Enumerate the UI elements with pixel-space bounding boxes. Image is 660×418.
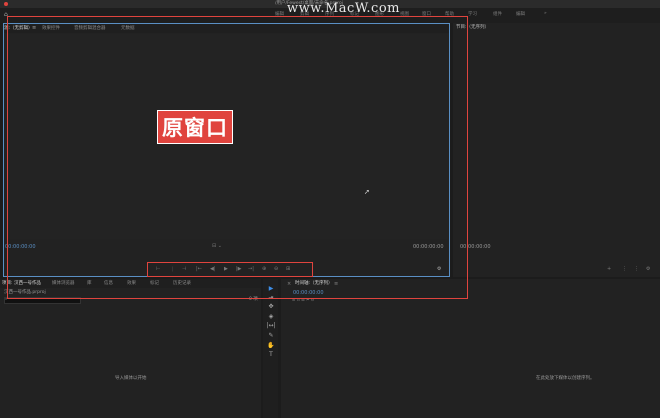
hand-tool-icon[interactable]: ✋ (266, 342, 276, 349)
close-window-icon[interactable] (4, 2, 8, 6)
project-empty-message: 导入媒体以开始 (115, 376, 147, 381)
annotation-box-transport (147, 262, 313, 277)
program-more-button-2[interactable]: ⋮ (634, 266, 639, 272)
program-more-button-1[interactable]: ⋮ (622, 266, 627, 272)
type-tool-icon[interactable]: T (266, 351, 276, 358)
timeline-panel (281, 279, 660, 418)
menu-item-learn[interactable]: 学习 (468, 11, 477, 17)
pen-tool-icon[interactable]: ✎ (266, 332, 276, 339)
timeline-empty-message: 在此处放下媒体以创建序列。 (536, 376, 595, 381)
annotation-box-source (7, 16, 468, 299)
menu-item-assembly[interactable]: 组件 (493, 11, 502, 17)
program-monitor-panel (453, 23, 660, 277)
menu-item-more[interactable]: » (544, 11, 547, 16)
menu-item-editing[interactable]: 编辑 (516, 11, 525, 17)
program-add-button[interactable]: + (607, 266, 611, 272)
watermark: www.MacW.com (287, 1, 400, 16)
razor-tool-icon[interactable]: ◈ (266, 313, 276, 320)
slip-tool-icon[interactable]: |↔| (266, 322, 276, 329)
program-settings-button[interactable]: ⚙ (646, 266, 650, 272)
ripple-edit-tool-icon[interactable]: ✥ (266, 303, 276, 310)
